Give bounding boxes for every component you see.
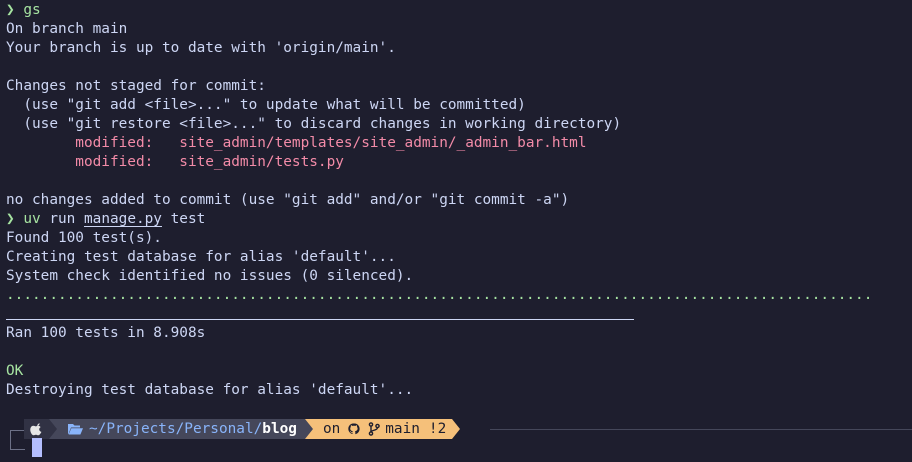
command-line-uv: ❯ uv run manage.py test [6,210,912,229]
modified-path: site_admin/templates/site_admin/_admin_b… [179,135,587,151]
directory-current: blog [262,421,297,437]
segment-separator [452,419,461,439]
modified-label: modified: [6,135,180,151]
status-uptodate-line: Your branch is up to date with 'origin/m… [6,40,396,56]
powerline-prompt: ~/Projects/Personal/blog on main !2 [24,419,461,439]
git-on-label: on [322,421,341,437]
found-tests-line: Found 100 test(s). [6,230,162,246]
test-progress-dots: ........................................… [6,287,873,303]
modified-file-line: modified: site_admin/tests.py [6,153,912,172]
command-arg: run [40,211,84,227]
modified-file-line: modified: site_admin/templates/site_admi… [6,134,912,153]
github-icon [348,423,360,435]
command-name: gs [23,2,41,18]
system-check-line: System check identified no issues (0 sil… [6,268,414,284]
prompt-frame [10,430,25,450]
git-changes-count: !2 [428,421,447,437]
segment-separator [304,419,313,439]
separator-rule [6,305,912,324]
prompt-symbol: ❯ [6,2,15,18]
git-segment: on main !2 [312,419,453,439]
hint-restore: (use "git restore <file>..." to discard … [6,116,622,132]
command-file-arg: manage.py [84,211,162,227]
ran-tests-line: Ran 100 tests in 8.908s [6,325,206,341]
creating-db-line: Creating test database for alias 'defaul… [6,249,396,265]
prompt-symbol: ❯ [6,211,15,227]
directory-segment: ~/Projects/Personal/blog [57,419,305,439]
text-cursor[interactable] [32,438,42,457]
prompt-filler-rule [490,429,912,430]
command-name: uv [23,211,41,227]
command-arg: test [161,211,206,227]
folder-open-icon [68,424,83,435]
destroying-db-line: Destroying test database for alias 'defa… [6,382,414,398]
not-staged-header: Changes not staged for commit: [6,78,266,94]
git-branch-name: main [385,421,420,437]
ok-line: OK [6,363,24,379]
segment-separator [49,419,57,439]
hint-add: (use "git add <file>..." to update what … [6,97,526,113]
git-branch-icon [368,422,381,436]
terminal-output: ❯ gs On branch main Your branch is up to… [6,1,912,400]
modified-label: modified: [6,154,180,170]
status-branch-line: On branch main [6,21,128,37]
status-footer: no changes added to commit (use "git add… [6,192,570,208]
apple-icon [30,423,42,436]
directory-prefix: ~/Projects/Personal/ [89,421,263,437]
os-segment [24,419,49,439]
command-line-gs: ❯ gs [6,1,912,20]
modified-path: site_admin/tests.py [179,154,344,170]
